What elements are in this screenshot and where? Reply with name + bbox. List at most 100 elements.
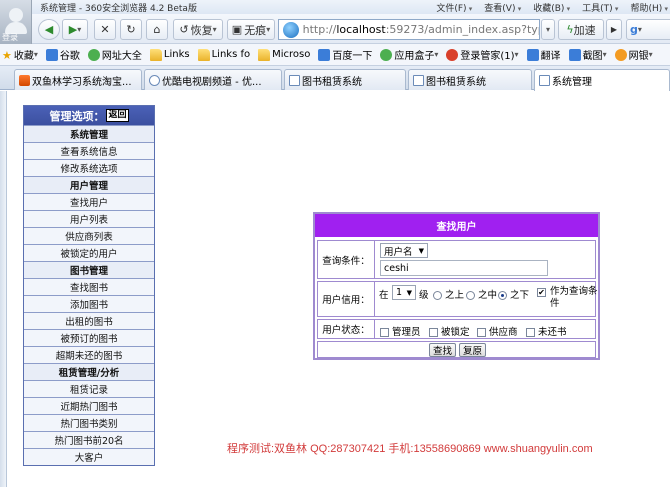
sidebar-item-recent-popular-books[interactable]: 近期热门图书 (24, 397, 154, 414)
section-user-management: 用户管理 (24, 176, 154, 193)
bookmark-favorites[interactable]: ★ 收藏 ▾ (2, 47, 38, 63)
as-condition-label: 作为查询条件 (550, 286, 598, 309)
menu-favorites[interactable]: 收藏(B) (533, 1, 570, 14)
page-icon (149, 74, 160, 86)
credit-unit: 级 (419, 290, 429, 301)
bookmark-screenshot[interactable]: 截图 ▾ (568, 47, 607, 62)
find-user-form: 查找用户 查询条件： 用户名 ▼ ceshi 用户信用： 在 1 ▼ 级 之上 … (313, 212, 600, 360)
search-button[interactable]: 查找 (429, 343, 457, 357)
tab-shuangyulin[interactable]: 双鱼林学习系统淘宝... (14, 69, 142, 90)
sidebar-item-user-list[interactable]: 用户列表 (24, 210, 154, 227)
sidebar-item-supplier-list[interactable]: 供应商列表 (24, 227, 154, 244)
sidebar-item-edit-system-options[interactable]: 修改系统选项 (24, 159, 154, 176)
address-bar[interactable]: http://localhost:59273/admin_index.asp?t… (278, 19, 540, 40)
tab-youku[interactable]: 优酷电视剧频道 - 优... (144, 69, 282, 90)
bookmark-app-box[interactable]: 应用盒子 ▾ (380, 47, 438, 62)
tab-system-management[interactable]: 系统管理 (534, 69, 670, 91)
no-trace-button[interactable]: ▣ 无痕 ▾ (227, 19, 275, 40)
sidebar-item-overdue-books[interactable]: 超期未还的图书 (24, 346, 154, 363)
section-system-management: 系统管理 (24, 125, 154, 142)
bookmark-links[interactable]: Links (149, 48, 190, 61)
google-icon (45, 48, 58, 61)
sidebar-panel-handle[interactable] (0, 91, 7, 487)
reset-button[interactable]: 复原 (459, 343, 487, 357)
restore-button[interactable]: ↺ 恢复 ▾ (173, 19, 223, 40)
forward-button[interactable]: ▶ ▾ (62, 19, 88, 40)
folder-icon (149, 48, 162, 61)
tab-strip: 双鱼林学习系统淘宝... 优酷电视剧频道 - 优... 图书租赁系统 图书租赁系… (0, 66, 670, 91)
condition-value-input[interactable]: ceshi (380, 260, 548, 276)
sidebar-item-popular-categories[interactable]: 热门图书类别 (24, 414, 154, 431)
sidebar-item-view-system-info[interactable]: 查看系统信息 (24, 142, 154, 159)
credit-level-select[interactable]: 1 ▼ (392, 285, 416, 300)
sidebar-title: 管理选项： (49, 109, 105, 123)
bookmark-google[interactable]: 谷歌 (45, 47, 80, 62)
checkbox-as-condition[interactable]: ✔ (537, 288, 546, 297)
bookmark-login-manager[interactable]: 登录管家(1) ▾ (446, 47, 519, 62)
status-option-unreturned[interactable]: 未还书 (526, 324, 567, 338)
home-button[interactable]: ⌂ (146, 19, 168, 40)
page-icon (539, 75, 550, 86)
globe-icon (283, 21, 299, 38)
sidebar-item-reserved-books[interactable]: 被预订的图书 (24, 329, 154, 346)
bookmark-microsoft[interactable]: Microso (258, 48, 310, 61)
refresh-button[interactable]: ↻ (120, 19, 142, 40)
menu-tools[interactable]: 工具(T) (582, 1, 618, 14)
menu-help[interactable]: 帮助(H) (630, 1, 668, 14)
checkbox-supplier[interactable] (477, 328, 486, 337)
bookmark-baidu[interactable]: 百度一下 (318, 47, 372, 62)
login-manager-icon (446, 48, 459, 61)
sidebar-item-add-book[interactable]: 添加图书 (24, 295, 154, 312)
search-engine-box[interactable]: g ▾ (626, 19, 670, 40)
menu-file[interactable]: 文件(F) (436, 1, 472, 14)
tab-book-rental-2[interactable]: 图书租赁系统 (408, 69, 532, 90)
status-label: 用户状态： (318, 320, 375, 338)
sidebar-item-rented-books[interactable]: 出租的图书 (24, 312, 154, 329)
bookmark-web-directory[interactable]: 网址大全 (87, 47, 142, 62)
radio-above[interactable] (433, 291, 442, 300)
status-option-locked[interactable]: 被锁定 (429, 324, 470, 338)
sidebar-item-top-20-books[interactable]: 热门图书前20名 (24, 431, 154, 448)
radio-middle[interactable] (466, 291, 475, 300)
checkbox-unreturned[interactable] (526, 328, 535, 337)
bookmark-translate[interactable]: 翻译 (526, 47, 561, 62)
checkbox-locked[interactable] (429, 328, 438, 337)
chevron-down-icon: ▾ (637, 25, 642, 34)
close-icon: ✕ (100, 23, 110, 36)
bookmarks-bar: ★ 收藏 ▾ 谷歌 网址大全 Links Links fo Microso 百度一下… (0, 44, 670, 66)
as-condition-option[interactable]: ✔ (537, 287, 546, 298)
back-button[interactable]: 返回 (106, 109, 129, 122)
user-avatar[interactable]: 登录 (0, 0, 32, 44)
tab-book-rental-1[interactable]: 图书租赁系统 (284, 69, 406, 90)
admin-sidebar: 管理选项： 返回 系统管理 查看系统信息 修改系统选项 用户管理 查找用户 用户… (23, 105, 155, 466)
google-icon: g (630, 23, 638, 36)
back-button[interactable]: ◀ (38, 19, 60, 40)
sidebar-item-major-customers[interactable]: 大客户 (24, 448, 154, 465)
radio-below[interactable] (498, 291, 507, 300)
page-icon (413, 74, 424, 86)
condition-field-select[interactable]: 用户名 ▼ (380, 243, 428, 258)
status-option-supplier[interactable]: 供应商 (477, 324, 518, 338)
sidebar-item-find-user[interactable]: 查找用户 (24, 193, 154, 210)
bookmark-links-fo[interactable]: Links fo (197, 48, 250, 61)
section-rental-analysis: 租赁管理/分析 (24, 363, 154, 380)
stop-button[interactable]: ✕ (94, 19, 116, 40)
buttons-row: 查找 复原 (317, 341, 596, 358)
credit-option-below[interactable]: 之下 (498, 287, 529, 301)
menu-view[interactable]: 查看(V) (484, 1, 521, 14)
accelerate-button[interactable]: ϟ 加速 (558, 19, 604, 40)
address-dropdown-button[interactable]: ▾ (541, 19, 555, 40)
chevron-down-icon: ▼ (418, 246, 424, 255)
go-button[interactable]: ▶ (606, 19, 622, 40)
sidebar-item-find-book[interactable]: 查找图书 (24, 278, 154, 295)
sidebar-item-locked-users[interactable]: 被锁定的用户 (24, 244, 154, 261)
sidebar-item-rental-records[interactable]: 租赁记录 (24, 380, 154, 397)
menu-bar: 文件(F) 查看(V) 收藏(B) 工具(T) 帮助(H) (436, 1, 668, 14)
screenshot-icon (568, 48, 581, 61)
credit-option-above[interactable]: 之上 (433, 287, 464, 301)
navigation-toolbar: ◀ ▶ ▾ ✕ ↻ ⌂ ↺ 恢复 ▾ ▣ 无痕 ▾ http://localhos… (0, 14, 670, 44)
bookmark-online-bank[interactable]: 网银 ▾ (614, 47, 653, 62)
status-option-admin[interactable]: 管理员 (380, 324, 421, 338)
checkbox-admin[interactable] (380, 328, 389, 337)
credit-option-middle[interactable]: 之中 (466, 287, 497, 301)
